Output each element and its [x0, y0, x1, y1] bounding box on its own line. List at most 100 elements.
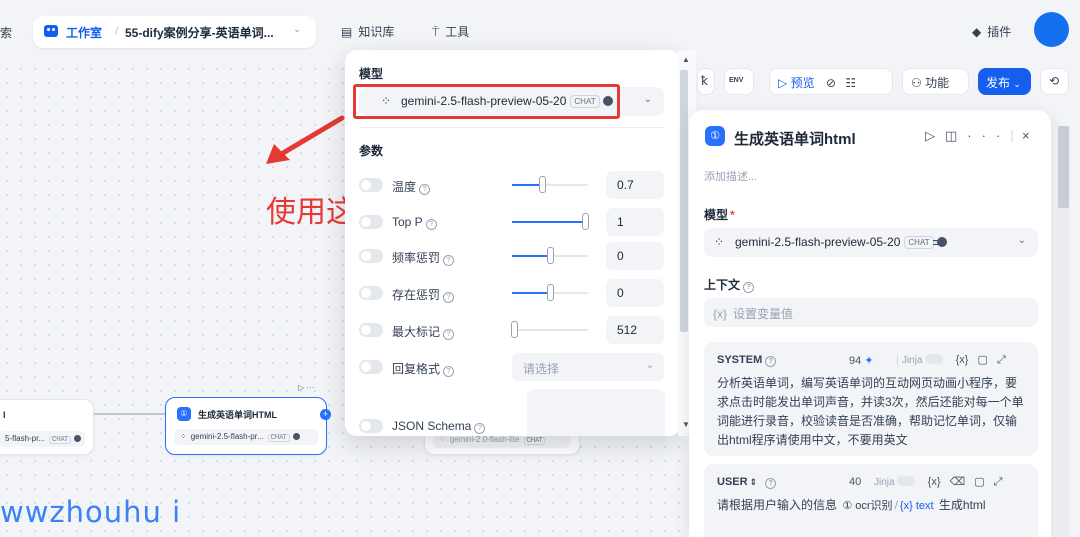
count: 94	[849, 355, 862, 367]
add-node-icon[interactable]: +	[320, 409, 331, 420]
slider-thumb[interactable]	[547, 247, 554, 264]
toggle[interactable]	[359, 286, 383, 300]
nav-plugins[interactable]: ◆ 插件	[972, 23, 1011, 40]
param-label: 存在惩罚?	[392, 286, 455, 303]
help-icon[interactable]: ?	[443, 329, 455, 340]
help-icon[interactable]: ?	[765, 478, 777, 489]
book-icon[interactable]: ◫	[945, 128, 967, 143]
help-icon[interactable]: ?	[443, 292, 455, 303]
help-icon[interactable]: ?	[425, 219, 437, 230]
studio-label[interactable]: 工作室	[66, 24, 102, 41]
model-icon: ⁘	[180, 432, 187, 441]
help-icon[interactable]: ?	[443, 255, 455, 266]
model-icon: ⁘	[439, 435, 446, 444]
variable-icon[interactable]: {x}	[928, 476, 941, 488]
chevron-down-icon[interactable]: ⌄	[1018, 235, 1026, 246]
list-icon[interactable]: ☷	[845, 76, 856, 90]
expand-icon[interactable]: ⤢	[997, 354, 1006, 366]
slider-fill	[512, 255, 550, 257]
expand-icon[interactable]: ⤢	[994, 476, 1003, 488]
param-value-input[interactable]: 512	[606, 316, 664, 344]
publish-button[interactable]: 发布 ⌄	[978, 68, 1031, 95]
annotation-arrow	[266, 115, 345, 164]
system-prompt-text[interactable]: 分析英语单词，编写英语单词的互动网页动画小程序，要求点击时能发出单词声音，并读3…	[717, 374, 1027, 450]
context-label: 上下文	[704, 278, 741, 292]
env-button[interactable]: ENV	[724, 68, 754, 95]
toggle[interactable]	[359, 323, 383, 337]
help-icon[interactable]: ?	[765, 356, 777, 367]
copy-icon[interactable]: ▢	[977, 354, 987, 366]
param-row: 存在惩罚? 0	[359, 279, 669, 307]
help-icon[interactable]: ?	[419, 184, 431, 195]
app-name[interactable]: 55-dify案例分享-英语单词...	[125, 24, 274, 41]
model-select[interactable]: ⁘ gemini-2.5-flash-preview-05-20 CHAT ⌄	[353, 84, 664, 119]
panel-scrollbar-thumb[interactable]	[1058, 126, 1069, 208]
highlight-box	[353, 84, 620, 119]
help-icon[interactable]: ?	[474, 423, 486, 434]
panel-model-select[interactable]: ⁘ gemini-2.5-flash-preview-05-20 CHAT ⚌ ⌄	[704, 228, 1038, 257]
param-value-input[interactable]: 0	[606, 242, 664, 270]
workflow-node-left[interactable]: l 5-flash-pr... CHAT	[0, 399, 94, 455]
features-button[interactable]: ⚇ 功能	[902, 68, 969, 95]
run-icon[interactable]: ▷	[925, 128, 945, 143]
system-prompt-box[interactable]: SYSTEM? 94 ✦ | Jinja {x} ▢ ⤢ 分析英语单词，编写英语…	[704, 342, 1038, 456]
param-slider[interactable]	[512, 284, 588, 301]
toggle[interactable]	[359, 249, 383, 263]
param-value-input[interactable]: 0	[606, 279, 664, 307]
toggle[interactable]	[359, 360, 383, 374]
toggle[interactable]	[359, 178, 383, 192]
preview-button[interactable]: 预览	[791, 76, 815, 90]
settings-sliders-icon[interactable]: ⚌	[932, 234, 943, 248]
search-label[interactable]: 索	[0, 24, 12, 41]
more-icon[interactable]: ···	[967, 128, 1010, 143]
slider-thumb[interactable]	[539, 176, 547, 193]
slider-thumb[interactable]	[511, 321, 518, 338]
checklist-icon[interactable]: ⊘	[826, 76, 836, 90]
workflow-node-llm[interactable]: ① 生成英语单词HTML ⁘ gemini-2.5-flash-pr... CHAT	[165, 397, 327, 455]
copy-icon[interactable]: ▢	[974, 476, 984, 488]
toggle[interactable]	[359, 215, 383, 229]
context-variable-select[interactable]: {x} 设置变量值	[704, 298, 1038, 327]
avatar[interactable]	[1034, 12, 1069, 47]
param-value-input[interactable]: 1	[606, 208, 664, 236]
studio-breadcrumb[interactable]: 工作室 / 55-dify案例分享-英语单词... ⌄	[33, 16, 316, 48]
sparkle-icon[interactable]: ✦	[864, 355, 873, 367]
chevron-down-icon[interactable]: ⌄	[644, 94, 652, 105]
description-input[interactable]: 添加描述...	[704, 168, 757, 184]
swap-icon[interactable]: ⇕	[750, 477, 758, 487]
help-icon[interactable]: ?	[443, 366, 455, 377]
chevron-down-icon[interactable]: ⌄	[293, 24, 301, 35]
popover-scrollbar-thumb[interactable]	[680, 70, 688, 332]
node-menu[interactable]: ▷ ···	[298, 383, 314, 392]
history-icon[interactable]: ⟲	[1040, 68, 1069, 95]
variable-chip-node[interactable]: ① ocr识别	[840, 497, 894, 516]
param-slider[interactable]	[512, 247, 588, 264]
variable-chip-name[interactable]: {x} text	[898, 497, 936, 516]
param-slider[interactable]	[511, 321, 588, 338]
slider-thumb[interactable]	[547, 284, 554, 301]
close-icon[interactable]: ×	[1022, 128, 1030, 143]
slider-thumb[interactable]	[582, 213, 589, 230]
toggle[interactable]	[359, 419, 383, 433]
variable-icon[interactable]: {x}	[956, 354, 969, 366]
trash-icon[interactable]: ⌫	[950, 476, 966, 488]
user-prompt-text[interactable]: 请根据用户输入的信息 ① ocr识别 / {x} text 生成html	[717, 496, 1027, 516]
slider-fill	[512, 292, 550, 294]
jinja-toggle[interactable]	[896, 476, 915, 486]
popover-params-heading: 参数	[359, 144, 384, 158]
json-schema-editor[interactable]	[527, 389, 665, 436]
param-value-input[interactable]: 0.7	[606, 171, 664, 199]
help-icon[interactable]: ?	[743, 282, 755, 293]
scroll-up-icon[interactable]: ▲	[682, 55, 690, 64]
jinja-toggle[interactable]	[924, 354, 943, 364]
user-prompt-box[interactable]: USER ⇕? 40 Jinja {x} ⌫ ▢ ⤢ 请根据用户输入的信息 ① o…	[704, 464, 1038, 537]
toolbar-cut-button[interactable]: ꝁ	[697, 68, 715, 95]
panel-title[interactable]: 生成英语单词html	[734, 128, 856, 149]
required-mark: *	[730, 208, 735, 222]
nav-knowledge[interactable]: ▤ 知识库	[341, 23, 394, 40]
play-icon[interactable]: ▷	[778, 76, 787, 90]
response-format-select[interactable]: 请选择 ⌄	[512, 353, 664, 381]
param-slider[interactable]	[512, 176, 588, 193]
nav-tools[interactable]: ⍑ 工具	[432, 23, 469, 40]
param-slider[interactable]	[512, 213, 589, 230]
